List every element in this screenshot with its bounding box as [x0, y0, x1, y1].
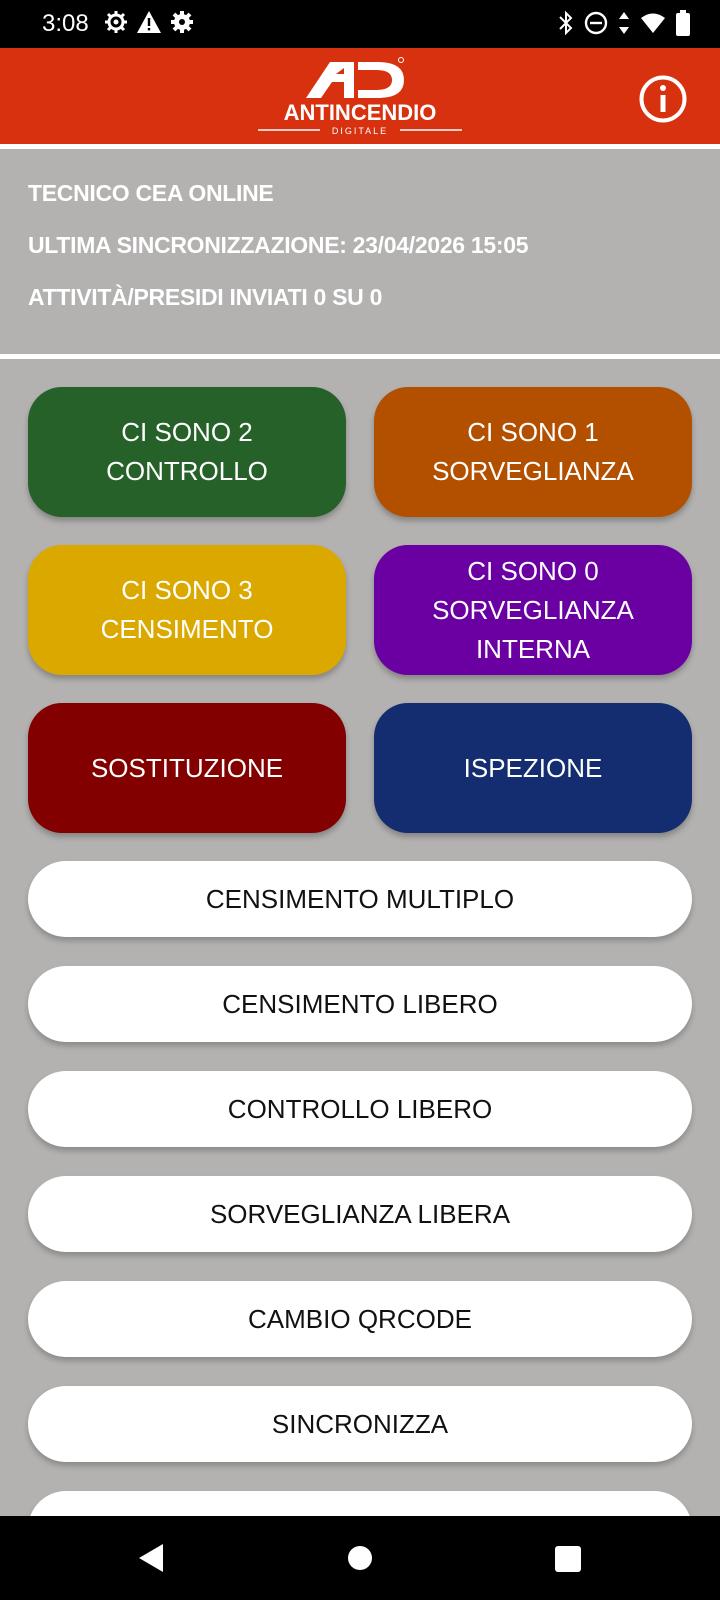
bluetooth-icon — [558, 10, 574, 36]
censimento-multiplo-label: CENSIMENTO MULTIPLO — [205, 883, 515, 914]
info-button[interactable] — [638, 74, 688, 124]
technician-status: TECNICO CEA ONLINE — [28, 180, 274, 206]
back-icon[interactable] — [136, 1542, 166, 1579]
home-icon[interactable] — [347, 1545, 373, 1576]
sorveglianza-libera-button[interactable]: SORVEGLIANZA LIBERA — [28, 1176, 692, 1252]
status-time: 3:08 — [42, 10, 89, 37]
censimento-button[interactable]: CI SONO 3 CENSIMENTO — [28, 545, 346, 675]
divider-top — [0, 144, 720, 149]
data-arrows-icon — [618, 11, 630, 35]
app-logo: ANTINCENDIO DIGITALE — [258, 54, 462, 138]
sorveglianza-libera-label: SORVEGLIANZA LIBERA — [209, 1198, 511, 1229]
censimento-button-label: CI SONO 3 CENSIMENTO — [100, 575, 274, 644]
cambio-qrcode-label: CAMBIO QRCODE — [248, 1303, 472, 1334]
do-not-disturb-icon — [584, 11, 608, 35]
controllo-button[interactable]: CI SONO 2 CONTROLLO — [28, 387, 346, 517]
controllo-libero-button[interactable]: CONTROLLO LIBERO — [28, 1071, 692, 1147]
ispezione-button[interactable]: ISPEZIONE — [374, 703, 692, 833]
logo-name: ANTINCENDIO — [284, 100, 437, 125]
recents-icon[interactable] — [554, 1545, 582, 1578]
sorveglianza-button[interactable]: CI SONO 1 SORVEGLIANZA — [374, 387, 692, 517]
censimento-multiplo-button[interactable]: CENSIMENTO MULTIPLO — [28, 861, 692, 937]
sorveglianza-interna-button-label: CI SONO 0 SORVEGLIANZA INTERNA — [432, 555, 634, 664]
divider-bottom — [0, 354, 720, 359]
gear-outline-icon — [104, 10, 128, 34]
sincronizza-label: SINCRONIZZA — [271, 1408, 449, 1439]
sostituzione-button[interactable]: SOSTITUZIONE — [28, 703, 346, 833]
cambio-qrcode-button[interactable]: CAMBIO QRCODE — [28, 1281, 692, 1357]
warning-icon — [136, 10, 162, 34]
sorveglianza-button-label: CI SONO 1 SORVEGLIANZA — [432, 417, 634, 486]
controllo-libero-label: CONTROLLO LIBERO — [227, 1093, 493, 1124]
censimento-libero-button[interactable]: CENSIMENTO LIBERO — [28, 966, 692, 1042]
logo-sub: DIGITALE — [332, 126, 388, 136]
censimento-libero-label: CENSIMENTO LIBERO — [222, 988, 498, 1019]
sostituzione-button-label: SOSTITUZIONE — [90, 752, 284, 783]
sent-count: ATTIVITÀ/PRESIDI INVIATI 0 SU 0 — [28, 284, 383, 310]
info-icon — [639, 75, 687, 123]
ispezione-button-label: ISPEZIONE — [463, 752, 603, 783]
app-bar: ANTINCENDIO DIGITALE — [0, 48, 720, 144]
controllo-button-label: CI SONO 2 CONTROLLO — [106, 417, 268, 486]
battery-icon — [676, 10, 690, 36]
settings-icon — [170, 10, 194, 34]
sincronizza-button[interactable]: SINCRONIZZA — [28, 1386, 692, 1462]
wifi-icon — [640, 12, 666, 34]
status-bar: 3:08 — [0, 0, 720, 48]
last-sync: ULTIMA SINCRONIZZAZIONE: 23/04/2026 15:0… — [28, 232, 529, 258]
sorveglianza-interna-button[interactable]: CI SONO 0 SORVEGLIANZA INTERNA — [374, 545, 692, 675]
navigation-bar — [0, 1516, 720, 1600]
info-panel: TECNICO CEA ONLINE ULTIMA SINCRONIZZAZIO… — [0, 150, 720, 355]
